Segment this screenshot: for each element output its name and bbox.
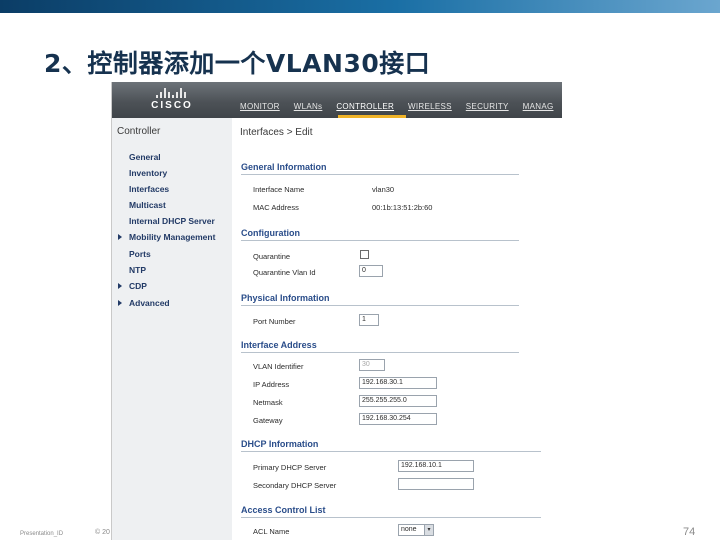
section-dhcp-information: DHCP Information <box>241 439 319 449</box>
netmask-input[interactable]: 255.255.255.0 <box>359 395 437 407</box>
wlc-header: CISCO MONITOR WLANs CONTROLLER WIRELESS … <box>112 82 562 118</box>
section-general-information: General Information <box>241 162 327 172</box>
vlan-identifier-input[interactable]: 30 <box>359 359 385 371</box>
section-divider <box>241 305 519 306</box>
mac-address-label: MAC Address <box>253 203 299 212</box>
content-panel: Interfaces > Edit General Information In… <box>232 118 562 540</box>
footer-copyright: © 20 <box>95 529 110 536</box>
nav-item-multicast[interactable]: Multicast <box>129 200 166 210</box>
nav-item-internal-dhcp-server[interactable]: Internal DHCP Server <box>129 216 215 226</box>
cisco-logo-text: CISCO <box>151 100 193 111</box>
menu-management[interactable]: MANAG <box>523 102 554 111</box>
nav-item-inventory[interactable]: Inventory <box>129 168 167 178</box>
dropdown-arrow-icon[interactable]: ▾ <box>424 525 433 535</box>
nav-item-ntp[interactable]: NTP <box>129 265 146 275</box>
gateway-input[interactable]: 192.168.30.254 <box>359 413 437 425</box>
quarantine-checkbox[interactable] <box>360 250 369 259</box>
footer-presentation-id: Presentation_ID <box>20 531 64 537</box>
page-number: 74 <box>683 526 696 538</box>
mac-address-value: 00:1b:13:51:2b:60 <box>372 203 433 212</box>
acl-name-label: ACL Name <box>253 527 290 536</box>
quarantine-vlan-id-label: Quarantine Vlan Id <box>253 268 316 277</box>
expand-arrow-icon[interactable] <box>118 300 122 306</box>
nav-item-advanced[interactable]: Advanced <box>129 298 170 308</box>
cisco-logo: CISCO <box>150 86 194 114</box>
nav-item-mobility-management[interactable]: Mobility Management <box>129 232 215 242</box>
section-divider <box>241 517 541 518</box>
netmask-label: Netmask <box>253 398 283 407</box>
expand-arrow-icon[interactable] <box>118 234 122 240</box>
vlan-identifier-label: VLAN Identifier <box>253 362 304 371</box>
secondary-dhcp-server-input[interactable] <box>398 478 474 490</box>
top-menu: MONITOR WLANs CONTROLLER WIRELESS SECURI… <box>240 102 562 111</box>
nav-item-ports[interactable]: Ports <box>129 249 151 259</box>
ip-address-label: IP Address <box>253 380 290 389</box>
menu-monitor[interactable]: MONITOR <box>240 102 280 111</box>
nav-item-general[interactable]: General <box>129 152 161 162</box>
primary-dhcp-server-label: Primary DHCP Server <box>253 463 327 472</box>
section-interface-address: Interface Address <box>241 340 317 350</box>
menu-controller[interactable]: CONTROLLER <box>336 102 394 111</box>
slide-title: 2、控制器添加一个VLAN30接口 <box>44 49 431 78</box>
nav-item-cdp[interactable]: CDP <box>129 281 147 291</box>
slide-top-bar <box>0 0 720 13</box>
section-divider <box>241 174 519 175</box>
section-access-control-list: Access Control List <box>241 505 326 515</box>
section-divider <box>241 240 519 241</box>
section-physical-information: Physical Information <box>241 293 330 303</box>
menu-wireless[interactable]: WIRELESS <box>408 102 452 111</box>
gateway-label: Gateway <box>253 416 283 425</box>
ip-address-input[interactable]: 192.168.30.1 <box>359 377 437 389</box>
wlc-screenshot: CISCO MONITOR WLANs CONTROLLER WIRELESS … <box>111 82 562 540</box>
section-divider <box>241 352 519 353</box>
port-number-label: Port Number <box>253 317 296 326</box>
nav-item-interfaces[interactable]: Interfaces <box>129 184 169 194</box>
left-nav: Controller General Inventory Interfaces … <box>112 118 232 540</box>
expand-arrow-icon[interactable] <box>118 283 122 289</box>
section-configuration: Configuration <box>241 228 300 238</box>
port-number-input[interactable]: 1 <box>359 314 379 326</box>
interface-name-label: Interface Name <box>253 185 305 194</box>
menu-wlans[interactable]: WLANs <box>294 102 323 111</box>
quarantine-vlan-id-input[interactable]: 0 <box>359 265 383 277</box>
cisco-logo-bars-icon <box>156 86 188 98</box>
quarantine-label: Quarantine <box>253 252 291 261</box>
menu-security[interactable]: SECURITY <box>466 102 509 111</box>
interface-name-value: vlan30 <box>372 185 395 194</box>
page-breadcrumb: Interfaces > Edit <box>240 127 313 138</box>
nav-heading: Controller <box>117 126 161 137</box>
section-divider <box>241 451 541 452</box>
secondary-dhcp-server-label: Secondary DHCP Server <box>253 481 337 490</box>
primary-dhcp-server-input[interactable]: 192.168.10.1 <box>398 460 474 472</box>
